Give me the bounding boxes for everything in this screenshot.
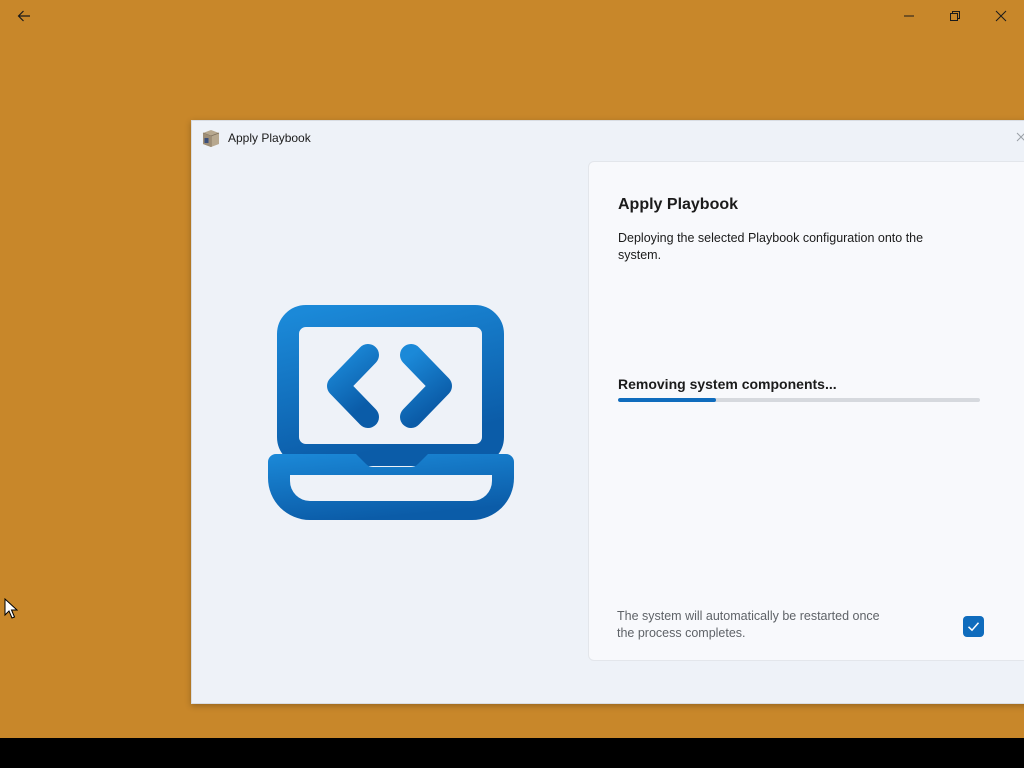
close-icon bbox=[1016, 132, 1024, 142]
laptop-code-icon bbox=[268, 305, 514, 520]
card-description: Deploying the selected Playbook configur… bbox=[618, 231, 924, 262]
apply-playbook-dialog: Apply Playbook Apply Playbook Deploying … bbox=[191, 120, 1024, 704]
minimize-button[interactable] bbox=[886, 0, 932, 32]
package-box-icon bbox=[202, 130, 220, 147]
minimize-icon bbox=[904, 15, 914, 17]
progress-bar bbox=[618, 398, 980, 402]
mouse-cursor-icon bbox=[4, 598, 18, 619]
checkmark-icon bbox=[967, 622, 980, 632]
window-controls bbox=[886, 0, 1024, 32]
taskbar bbox=[0, 738, 1024, 768]
restore-button[interactable] bbox=[932, 0, 978, 32]
progress-card: Apply Playbook Deploying the selected Pl… bbox=[588, 161, 1024, 661]
progress-bar-fill bbox=[618, 398, 716, 402]
progress-status-text: Removing system components... bbox=[618, 376, 837, 392]
close-icon bbox=[995, 10, 1007, 22]
close-button[interactable] bbox=[978, 0, 1024, 32]
card-heading: Apply Playbook bbox=[618, 196, 739, 213]
back-button[interactable] bbox=[10, 4, 38, 28]
dialog-titlebar: Apply Playbook bbox=[192, 121, 1024, 155]
arrow-left-icon bbox=[17, 10, 30, 22]
dialog-title: Apply Playbook bbox=[228, 131, 311, 145]
restart-note: The system will automatically be restart… bbox=[617, 609, 880, 640]
dialog-close-button[interactable] bbox=[1016, 127, 1024, 147]
restore-icon bbox=[950, 11, 960, 21]
auto-restart-checkbox[interactable] bbox=[963, 616, 984, 637]
